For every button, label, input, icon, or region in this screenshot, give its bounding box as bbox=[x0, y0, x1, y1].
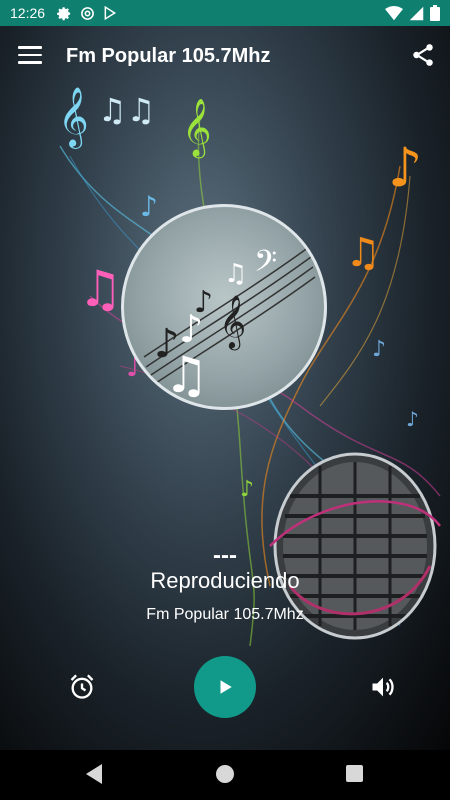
svg-text:♪: ♪ bbox=[240, 477, 254, 502]
system-nav-bar bbox=[0, 750, 450, 800]
svg-text:𝄞: 𝄞 bbox=[182, 98, 212, 159]
svg-text:♫: ♫ bbox=[164, 346, 209, 404]
menu-icon[interactable] bbox=[18, 46, 42, 66]
svg-text:♫: ♫ bbox=[224, 259, 247, 289]
play-icon bbox=[220, 680, 232, 694]
svg-text:♪: ♪ bbox=[372, 337, 386, 362]
at-icon bbox=[81, 6, 94, 20]
play-store-icon bbox=[104, 6, 117, 20]
share-icon[interactable] bbox=[410, 42, 436, 68]
station-name: Fm Popular 105.7Mhz bbox=[146, 606, 304, 623]
playback-status: Reproduciendo bbox=[150, 568, 300, 593]
recent-apps-icon[interactable] bbox=[346, 765, 363, 782]
volume-icon[interactable] bbox=[369, 673, 397, 701]
wifi-icon bbox=[385, 5, 403, 20]
svg-text:♪: ♪ bbox=[140, 190, 158, 223]
signal-icon bbox=[409, 6, 424, 20]
home-icon[interactable] bbox=[216, 765, 234, 783]
song-title: --- bbox=[213, 542, 237, 569]
status-bar: 12:26 bbox=[0, 0, 450, 26]
svg-text:♫: ♫ bbox=[78, 260, 123, 318]
svg-text:♪: ♪ bbox=[406, 407, 419, 431]
status-time: 12:26 bbox=[10, 5, 46, 21]
alarm-icon[interactable] bbox=[68, 673, 96, 701]
svg-text:𝄞: 𝄞 bbox=[58, 87, 89, 149]
app-bar: Fm Popular 105.7Mhz bbox=[0, 26, 450, 88]
music-notes-artwork: ♪ 𝄞 𝄢 ♪ ♫ ♫ ♪ bbox=[143, 245, 316, 404]
svg-text:♪: ♪ bbox=[388, 136, 422, 199]
gear-icon bbox=[57, 6, 71, 20]
svg-text:♪: ♪ bbox=[179, 307, 203, 351]
svg-text:𝄞: 𝄞 bbox=[219, 294, 246, 350]
player-screen: 𝄞 ♫♫ 𝄞 ♪ ♪ ♫ ♫ ♪ ♪ ♪ ♪ Fm Popular 105.7M… bbox=[0, 26, 450, 750]
battery-icon bbox=[430, 5, 440, 21]
svg-text:𝄢: 𝄢 bbox=[254, 245, 277, 286]
svg-text:♫: ♫ bbox=[345, 230, 381, 276]
app-title: Fm Popular 105.7Mhz bbox=[66, 45, 271, 67]
back-icon[interactable] bbox=[84, 763, 104, 785]
album-art: ♪ 𝄞 𝄢 ♪ ♫ ♫ ♪ bbox=[121, 204, 327, 410]
play-button[interactable] bbox=[194, 656, 256, 718]
svg-text:♫♫: ♫♫ bbox=[98, 91, 155, 129]
